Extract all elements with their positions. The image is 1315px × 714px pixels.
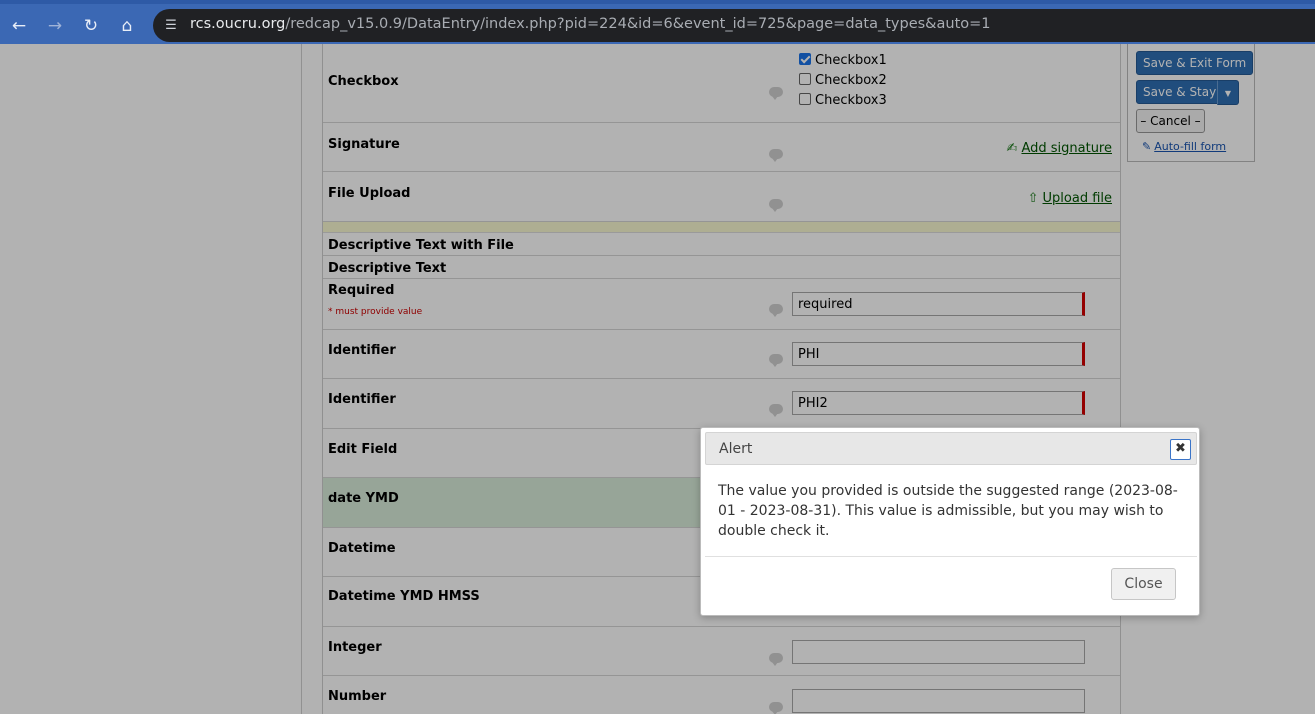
close-icon[interactable]: ✖ [1170,439,1191,460]
url-host: rcs.oucru.org [190,16,286,32]
dialog-message: The value you provided is outside the su… [718,483,1178,539]
dialog-close-button[interactable]: Close [1111,568,1176,600]
address-bar[interactable]: ☰ rcs.oucru.org/redcap_v15.0.9/DataEntry… [153,9,1315,42]
browser-toolbar: ← → ↻ ⌂ ☰ rcs.oucru.org/redcap_v15.0.9/D… [0,0,1315,44]
dialog-title: Alert [719,441,753,457]
url-path: /redcap_v15.0.9/DataEntry/index.php?pid=… [285,16,991,32]
dialog-titlebar: Alert ✖ [705,432,1197,465]
alert-dialog: Alert ✖ The value you provided is outsid… [700,427,1200,616]
url-text[interactable]: rcs.oucru.org/redcap_v15.0.9/DataEntry/i… [190,16,991,32]
dialog-divider [705,556,1197,557]
home-icon[interactable]: ⌂ [113,12,141,40]
site-info-icon[interactable]: ☰ [162,16,180,34]
reload-icon[interactable]: ↻ [77,12,105,40]
back-icon[interactable]: ← [5,12,33,40]
forward-icon[interactable]: → [41,12,69,40]
